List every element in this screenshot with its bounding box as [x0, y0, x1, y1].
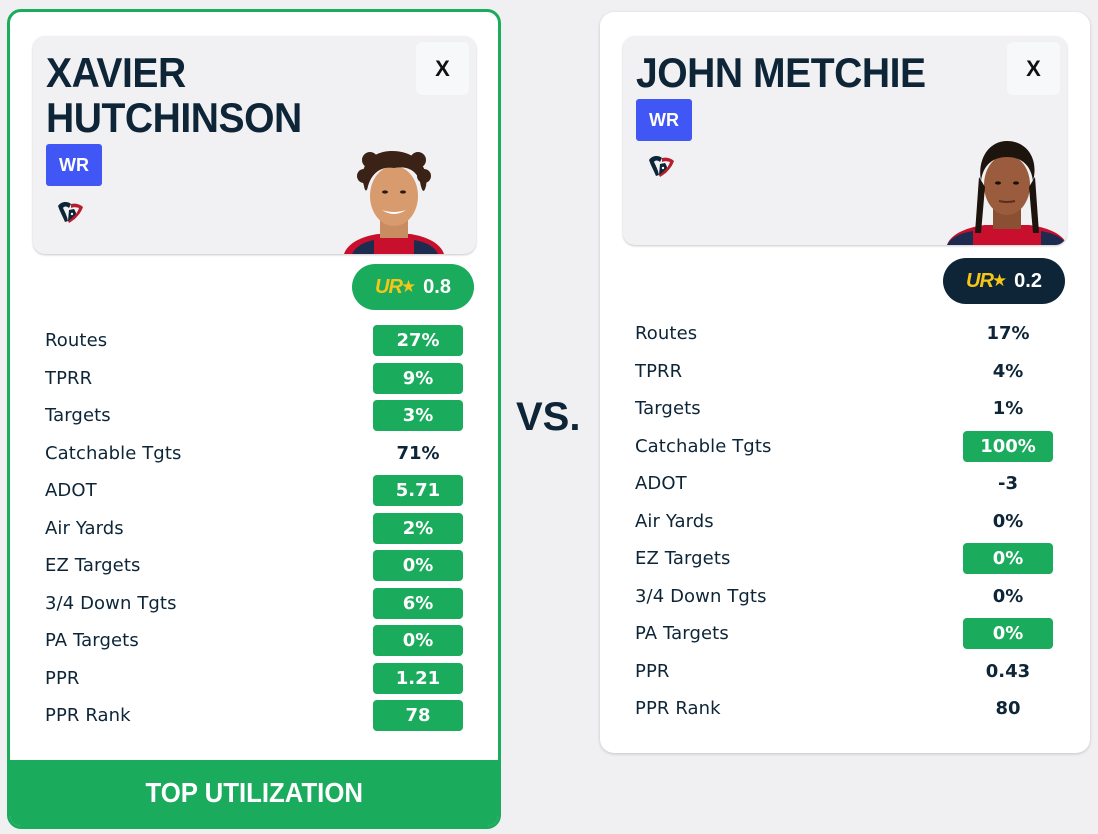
houston-texans-logo-icon	[58, 201, 83, 223]
player-header: John Metchie WR X	[623, 36, 1067, 245]
stat-value-highlighted: 0%	[373, 550, 463, 582]
stat-value: 0%	[992, 585, 1024, 607]
ur-score-value: 0.2	[1014, 269, 1042, 292]
stat-label: Air Yards	[635, 510, 714, 532]
stat-value-highlighted: 6%	[373, 587, 463, 619]
stat-label: Catchable Tgts	[45, 442, 182, 464]
stat-label: TPRR	[635, 360, 683, 382]
houston-texans-logo-icon	[649, 155, 674, 177]
stat-value-highlighted: 1.21	[373, 662, 463, 694]
banner-label: TOP UTILIZATION	[145, 777, 363, 808]
stat-label: PPR	[635, 660, 670, 682]
stat-label: Routes	[45, 330, 108, 352]
ur-star-logo-icon: UR ★	[966, 269, 1007, 292]
stat-label: Catchable Tgts	[635, 435, 772, 457]
stat-label: Air Yards	[45, 517, 124, 539]
stat-value: 0.43	[985, 660, 1031, 682]
stat-row: Air Yards 0%	[635, 503, 1055, 541]
stat-value: 17%	[986, 323, 1030, 345]
stat-value-highlighted: 3%	[373, 400, 463, 432]
stat-label: ADOT	[635, 473, 687, 495]
ur-score-pill: UR ★ 0.2	[943, 258, 1065, 304]
ur-star-logo-icon: UR ★	[375, 275, 416, 298]
stat-row: TPRR 9%	[45, 360, 465, 398]
ur-score-pill: UR ★ 0.8	[352, 264, 474, 310]
stat-row: Routes 17%	[635, 315, 1055, 353]
stat-label: 3/4 Down Tgts	[45, 592, 177, 614]
stat-row: PPR Rank 78	[45, 697, 465, 735]
stat-row: PPR 1.21	[45, 660, 465, 698]
stat-row: PPR Rank 80	[635, 690, 1055, 728]
player-card-john-metchie: John Metchie WR X UR ★ 0.2 Routes 17% TPRR 4…	[600, 12, 1090, 753]
stat-value-highlighted: 0%	[373, 625, 463, 657]
stat-row: EZ Targets 0%	[635, 540, 1055, 578]
stat-value: -3	[998, 473, 1018, 495]
position-badge: WR	[46, 144, 102, 186]
stat-row: PA Targets 0%	[45, 622, 465, 660]
player-name: Xavier Hutchinson	[46, 49, 302, 141]
stat-value-highlighted: 0%	[963, 543, 1053, 575]
stat-row: Targets 1%	[635, 390, 1055, 428]
stat-row: Catchable Tgts 71%	[45, 435, 465, 473]
stat-row: PA Targets 0%	[635, 615, 1055, 653]
stat-row: 3/4 Down Tgts 0%	[635, 578, 1055, 616]
stat-value: 4%	[992, 360, 1024, 382]
stat-value-highlighted: 9%	[373, 362, 463, 394]
top-utilization-banner: TOP UTILIZATION	[10, 760, 498, 826]
stat-value-highlighted: 78	[373, 700, 463, 732]
stat-label: Targets	[45, 405, 111, 427]
stat-value-highlighted: 100%	[963, 430, 1053, 462]
stat-label: Routes	[635, 323, 698, 345]
stat-label: PA Targets	[45, 630, 139, 652]
player-headshot	[947, 141, 1067, 245]
stat-value: 1%	[992, 398, 1024, 420]
stat-value-highlighted: 0%	[963, 618, 1053, 650]
remove-player-button[interactable]: X	[1007, 42, 1060, 95]
stat-label: ADOT	[45, 480, 97, 502]
stat-value: 80	[995, 698, 1021, 720]
stat-label: EZ Targets	[45, 555, 141, 577]
ur-score-value: 0.8	[423, 275, 451, 298]
stat-row: TPRR 4%	[635, 353, 1055, 391]
stat-label: Targets	[635, 398, 701, 420]
stat-label: PPR Rank	[45, 705, 131, 727]
stat-label: EZ Targets	[635, 548, 731, 570]
stat-value-highlighted: 27%	[373, 325, 463, 357]
stat-row: Catchable Tgts 100%	[635, 428, 1055, 466]
position-badge: WR	[636, 99, 692, 141]
player-name: John Metchie	[636, 49, 926, 96]
stat-row: ADOT 5.71	[45, 472, 465, 510]
stat-row: Routes 27%	[45, 322, 465, 360]
stat-label: PPR Rank	[635, 698, 721, 720]
stats-list: Routes 17% TPRR 4% Targets 1% Catchable Tgts 10…	[635, 315, 1055, 728]
stat-label: PPR	[45, 667, 80, 689]
stat-label: PA Targets	[635, 623, 729, 645]
stat-value: 71%	[396, 442, 440, 464]
player-header: Xavier Hutchinson WR X	[33, 36, 476, 254]
stat-row: Targets 3%	[45, 397, 465, 435]
stat-label: TPRR	[45, 367, 93, 389]
player-card-xavier-hutchinson: Xavier Hutchinson WR X UR ★ 0.8 R	[7, 9, 501, 829]
stat-row: ADOT -3	[635, 465, 1055, 503]
stats-list: Routes 27% TPRR 9% Targets 3% Catchable Tgts 71…	[45, 322, 465, 735]
stat-row: PPR 0.43	[635, 653, 1055, 691]
stat-value-highlighted: 5.71	[373, 475, 463, 507]
remove-player-button[interactable]: X	[416, 42, 469, 95]
stat-value-highlighted: 2%	[373, 512, 463, 544]
vs-label: VS.	[516, 395, 581, 439]
stat-row: 3/4 Down Tgts 6%	[45, 585, 465, 623]
stat-row: EZ Targets 0%	[45, 547, 465, 585]
player-headshot	[344, 150, 444, 254]
stat-row: Air Yards 2%	[45, 510, 465, 548]
stat-value: 0%	[992, 510, 1024, 532]
stat-label: 3/4 Down Tgts	[635, 585, 767, 607]
